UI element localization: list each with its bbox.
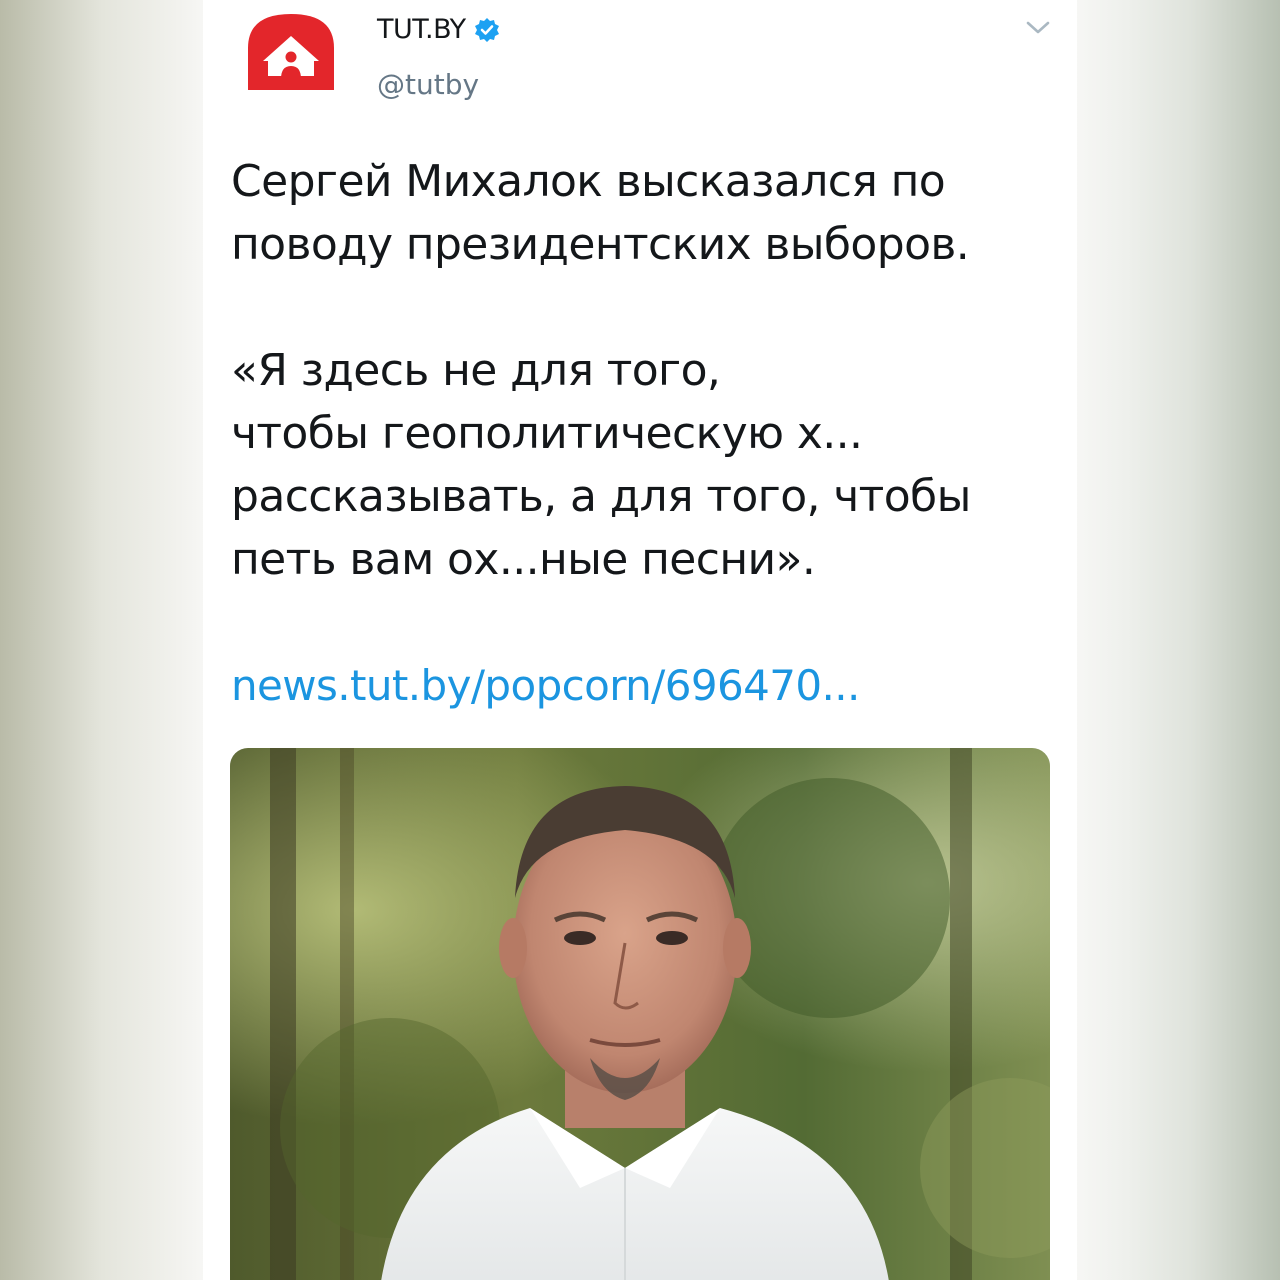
chevron-down-icon[interactable] bbox=[1025, 18, 1051, 38]
author-handle[interactable]: @tutby bbox=[377, 68, 479, 101]
tweet-text-line: чтобы геополитическую х... bbox=[231, 408, 863, 459]
tweet-text-line: петь вам ох...ные песни». bbox=[231, 534, 816, 585]
tweet-text-line: Сергей Михалок высказался по bbox=[231, 156, 946, 207]
tweet-link[interactable]: news.tut.by/popcorn/696470... bbox=[231, 654, 860, 717]
tweet-text: Сергей Михалок высказался по поводу през… bbox=[231, 150, 1061, 591]
author-name[interactable]: TUT.BY bbox=[377, 14, 500, 45]
tweet-text-line: рассказывать, а для того, чтобы bbox=[231, 471, 971, 522]
tutby-logo-icon[interactable] bbox=[248, 14, 334, 90]
author-name-text[interactable]: TUT.BY bbox=[377, 14, 466, 45]
tweet-card: TUT.BY @tutby Сергей Михалок высказался … bbox=[203, 0, 1077, 1280]
tweet-text-line: поводу президентских выборов. bbox=[231, 219, 970, 270]
tweet-text-line: «Я здесь не для того, bbox=[231, 345, 721, 396]
verified-badge-icon bbox=[474, 17, 500, 43]
tweet-photo[interactable] bbox=[230, 748, 1050, 1280]
